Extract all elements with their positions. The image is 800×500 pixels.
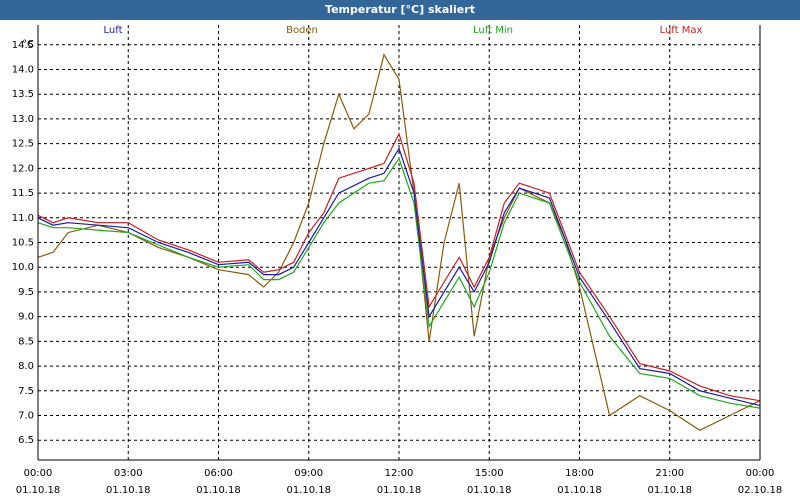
x-tick-date: 02.10.18 xyxy=(738,485,783,496)
x-tick-time: 00:00 xyxy=(746,468,775,479)
x-tick-time: 00:00 xyxy=(24,468,53,479)
y-tick-label: 9.0 xyxy=(18,312,34,323)
legend-item-luft-min: Luft Min xyxy=(473,25,513,36)
y-tick-label: 8.5 xyxy=(18,336,34,347)
temperature-chart: 6.5 7.0 7.5 8.0 8.5 9.0 9.5 10.0 10.5 11.0 11.5 12.… xyxy=(12,25,783,496)
x-tick-date: 01.10.18 xyxy=(286,485,331,496)
y-tick-label: 11.0 xyxy=(12,213,34,224)
y-tick-label: 10.0 xyxy=(12,262,34,273)
x-tick-time: 12:00 xyxy=(385,468,414,479)
y-tick-label: 14.0 xyxy=(12,64,34,75)
y-tick-label: 9.5 xyxy=(18,287,34,298)
y-tick-label: 11.5 xyxy=(12,188,34,199)
x-tick-time: 15:00 xyxy=(475,468,504,479)
y-tick-label: 7.5 xyxy=(18,386,34,397)
x-tick-time: 03:00 xyxy=(114,468,143,479)
y-tick-label: 10.5 xyxy=(12,238,34,249)
x-tick-date: 01.10.18 xyxy=(647,485,692,496)
x-tick-date: 01.10.18 xyxy=(467,485,512,496)
x-tick-labels: 00:00 01.10.18 03:00 01.10.18 06:00 01.10.18 0… xyxy=(16,468,783,496)
y-tick-label: 12.5 xyxy=(12,139,34,150)
y-tick-label: 6.5 xyxy=(18,435,34,446)
x-tick-date: 01.10.18 xyxy=(557,485,602,496)
x-tick-date: 01.10.18 xyxy=(16,485,61,496)
y-tick-label: 13.5 xyxy=(12,89,34,100)
x-tick-date: 01.10.18 xyxy=(377,485,422,496)
x-tick-time: 09:00 xyxy=(294,468,323,479)
y-tick-label: 7.0 xyxy=(18,411,34,422)
x-tick-time: 21:00 xyxy=(655,468,684,479)
legend: Luft Boden Luft Min Luft Max xyxy=(104,25,703,36)
gridlines xyxy=(37,25,761,460)
legend-item-luft: Luft xyxy=(104,25,123,36)
x-tick-date: 01.10.18 xyxy=(106,485,151,496)
y-tick-label: 13.0 xyxy=(12,114,34,125)
chart-title: Temperatur [°C] skaliert xyxy=(0,0,800,20)
y-tick-label: 12.0 xyxy=(12,163,34,174)
chart-area: 6.5 7.0 7.5 8.0 8.5 9.0 9.5 10.0 10.5 11.0 11.5 12.… xyxy=(0,20,800,500)
y-tick-label: 8.0 xyxy=(18,361,34,372)
y-tick-labels: 6.5 7.0 7.5 8.0 8.5 9.0 9.5 10.0 10.5 11.0 11.5 12.… xyxy=(12,40,34,446)
x-tick-time: 06:00 xyxy=(204,468,233,479)
x-tick-date: 01.10.18 xyxy=(196,485,241,496)
x-tick-time: 18:00 xyxy=(565,468,594,479)
legend-item-boden: Boden xyxy=(286,25,318,36)
y-axis-label: °C xyxy=(22,39,34,50)
legend-item-luft-max: Luft Max xyxy=(660,25,703,36)
